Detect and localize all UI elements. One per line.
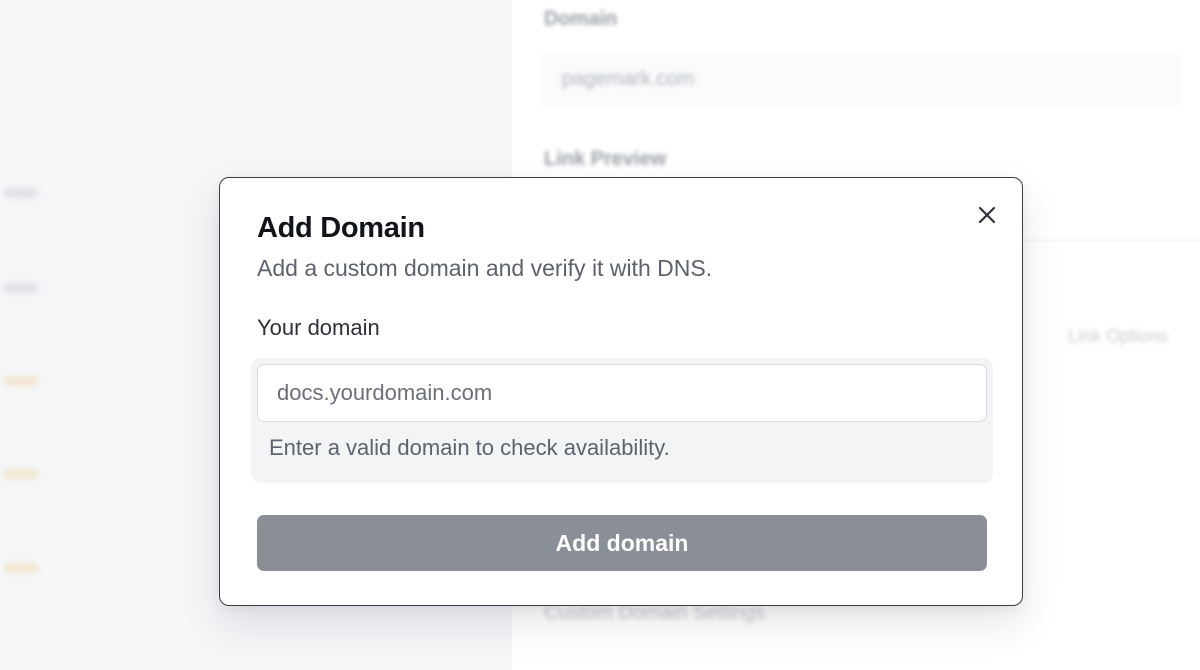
close-icon (978, 206, 996, 224)
domain-helper-text: Enter a valid domain to check availabili… (269, 435, 670, 460)
add-domain-dialog: Add Domain Add a custom domain and verif… (219, 177, 1023, 606)
domain-field-label: Your domain (257, 315, 380, 340)
domain-input[interactable] (257, 364, 987, 422)
sidebar-nav-item (4, 283, 38, 293)
dialog-subtitle: Add a custom domain and verify it with D… (257, 255, 713, 281)
add-domain-button[interactable]: Add domain (257, 515, 987, 571)
page: Domain pagemark.com Link Preview Link Op… (0, 0, 1200, 670)
sidebar-nav-item (4, 469, 38, 479)
dialog-title: Add Domain (257, 212, 425, 244)
background-domain-value: pagemark.com (562, 68, 695, 90)
sidebar-nav-item (4, 188, 38, 198)
background-link-preview-label: Link Preview (544, 148, 667, 170)
sidebar-nav-item (4, 376, 38, 386)
background-domain-label: Domain (544, 8, 618, 30)
domain-field-group: Enter a valid domain to check availabili… (251, 358, 993, 483)
close-button[interactable] (972, 200, 1002, 230)
background-side-link: Link Options (1068, 326, 1169, 346)
sidebar-nav-item (4, 563, 38, 573)
background-divider (1022, 240, 1200, 241)
